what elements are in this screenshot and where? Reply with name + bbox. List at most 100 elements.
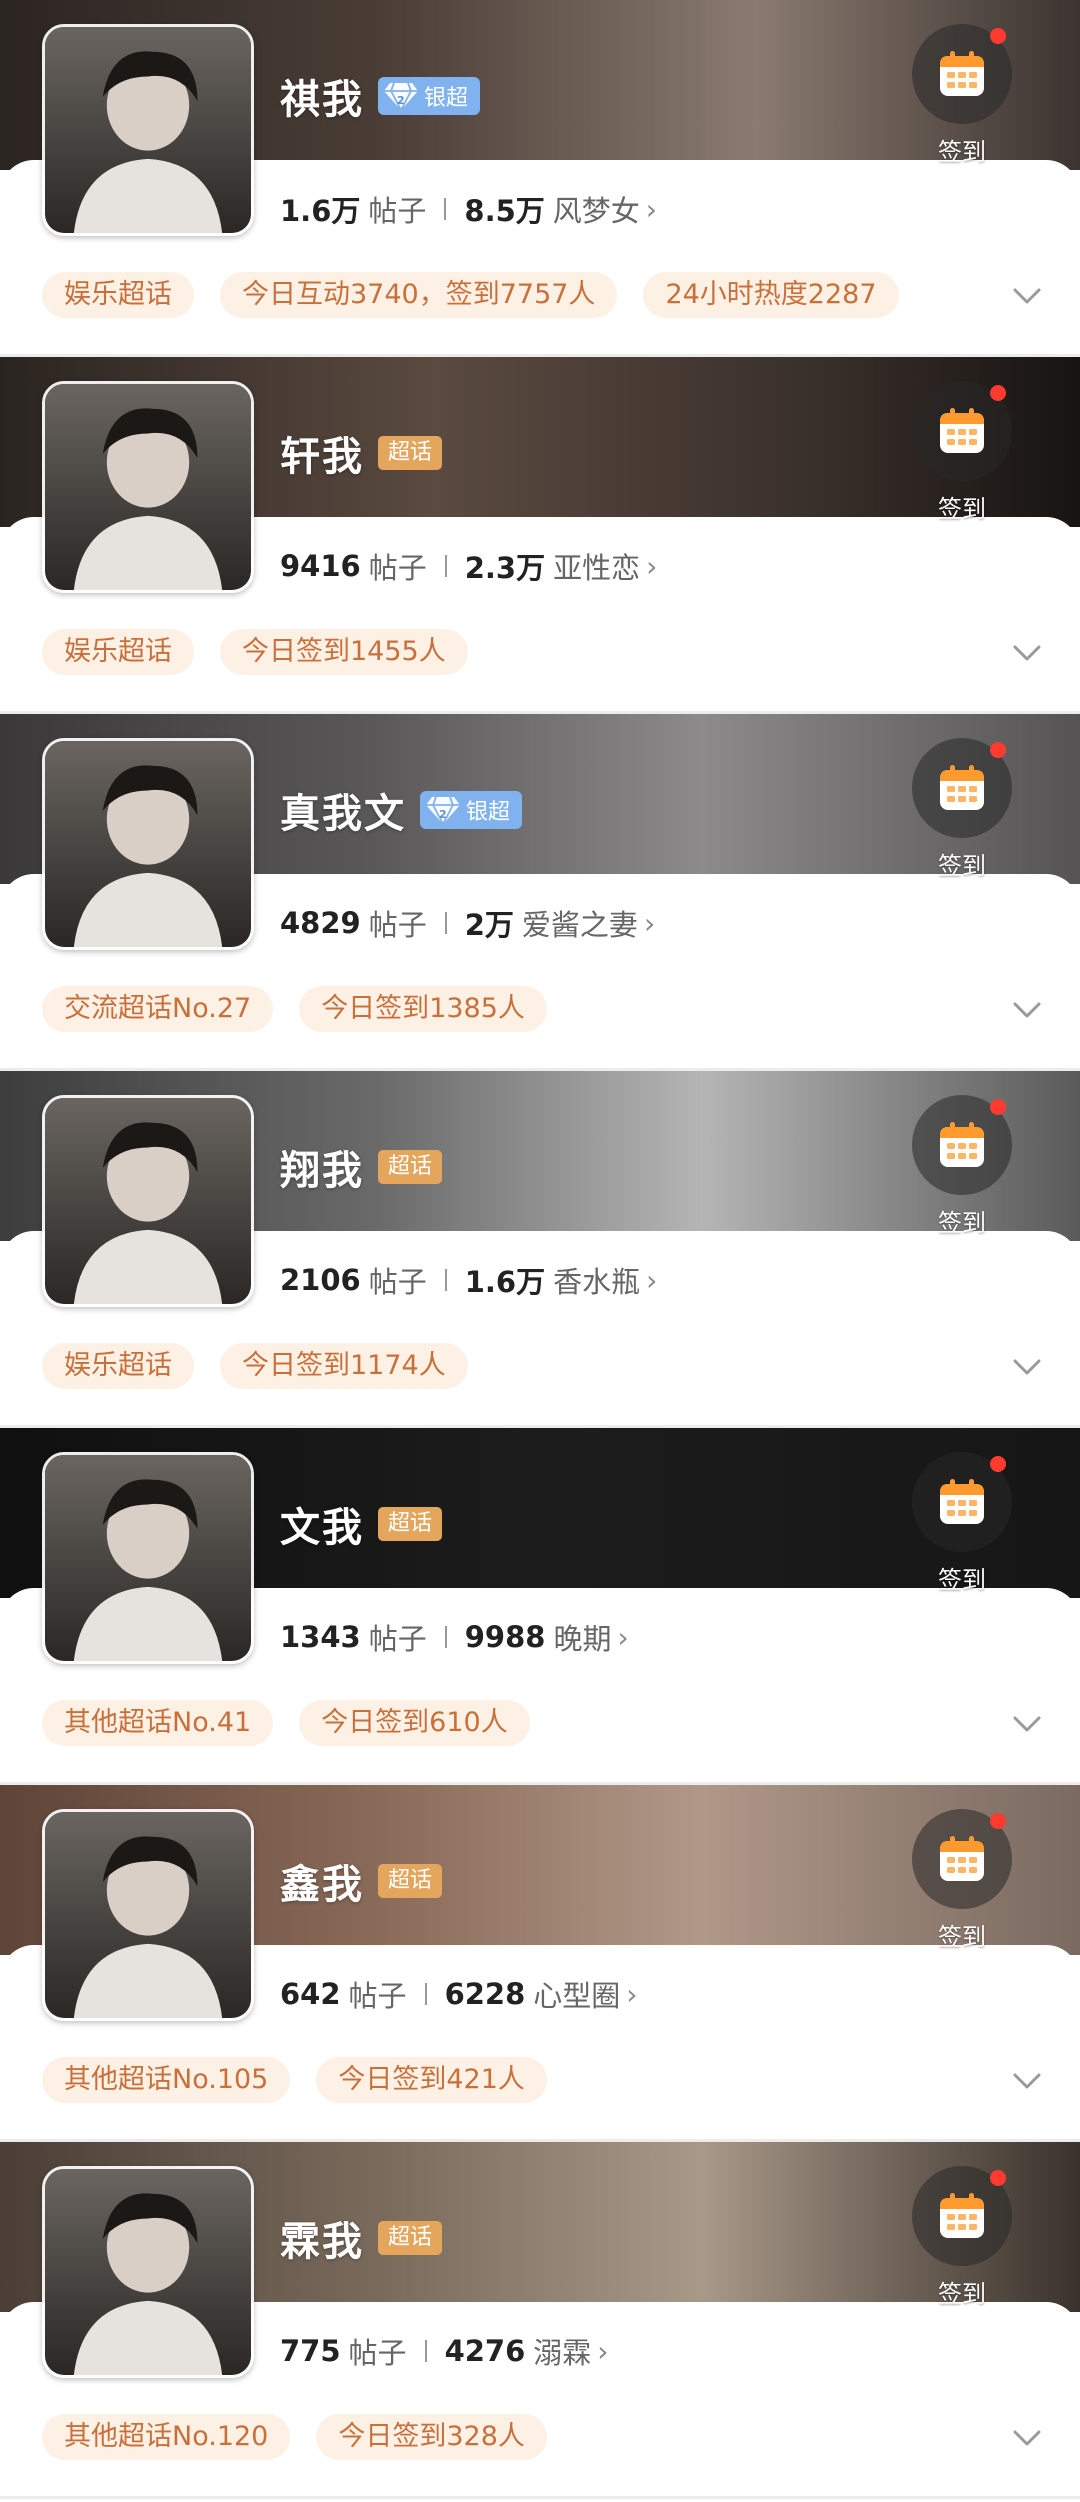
tag-row: 娱乐超话 今日互动3740，签到7757人 24小时热度2287 bbox=[42, 272, 899, 318]
expand-button[interactable] bbox=[1010, 992, 1044, 1026]
supertopic-name[interactable]: 真我文 bbox=[280, 781, 406, 839]
posts-count: 642 bbox=[280, 1977, 341, 2011]
notification-dot bbox=[990, 742, 1006, 758]
supertopic-name[interactable]: 翔我 bbox=[280, 1138, 364, 1196]
checkin-button[interactable]: 签到 bbox=[912, 738, 1012, 881]
posts-count: 9416 bbox=[280, 549, 361, 583]
checkin-label: 签到 bbox=[938, 1923, 986, 1951]
expand-button[interactable] bbox=[1010, 635, 1044, 669]
posts-count: 775 bbox=[280, 2334, 341, 2368]
supertopic-card[interactable]: 祺我 2 银超 签到 1.6万 帖子 8.5万 风梦女 › 娱乐超话 今日互动3… bbox=[0, 0, 1080, 357]
title-row: 霖我 超话 bbox=[280, 2208, 443, 2268]
avatar[interactable] bbox=[42, 2166, 254, 2378]
avatar-photo bbox=[45, 1098, 251, 1304]
stats-row[interactable]: 642 帖子 6228 心型圈 › bbox=[280, 1971, 638, 2017]
stats-row[interactable]: 1343 帖子 9988 晚期 › bbox=[280, 1614, 629, 1660]
activity-tag[interactable]: 今日签到1455人 bbox=[220, 629, 468, 675]
stats-row[interactable]: 1.6万 帖子 8.5万 风梦女 › bbox=[280, 186, 657, 232]
expand-button[interactable] bbox=[1010, 1349, 1044, 1383]
diamond-icon: 2 bbox=[426, 796, 460, 825]
checkin-label: 签到 bbox=[938, 852, 986, 880]
notification-dot bbox=[990, 385, 1006, 401]
checkin-button[interactable]: 签到 bbox=[912, 1809, 1012, 1952]
checkin-button[interactable]: 签到 bbox=[912, 2166, 1012, 2309]
posts-count: 2106 bbox=[280, 1263, 361, 1297]
stats-row[interactable]: 4829 帖子 2万 爱酱之妻 › bbox=[280, 900, 655, 946]
stats-row[interactable]: 775 帖子 4276 溺霖 › bbox=[280, 2328, 609, 2374]
activity-tag[interactable]: 24小时热度2287 bbox=[643, 272, 899, 318]
supertopic-name[interactable]: 霖我 bbox=[280, 2209, 364, 2267]
category-tag[interactable]: 娱乐超话 bbox=[42, 1343, 194, 1389]
activity-tag[interactable]: 今日签到328人 bbox=[316, 2414, 547, 2460]
checkin-circle bbox=[912, 1095, 1012, 1195]
category-tag[interactable]: 娱乐超话 bbox=[42, 272, 194, 318]
stats-divider bbox=[444, 198, 447, 220]
expand-button[interactable] bbox=[1010, 1706, 1044, 1740]
chevron-down-icon bbox=[1013, 2430, 1041, 2446]
supertopic-badge: 超话 bbox=[378, 1150, 443, 1184]
activity-tag[interactable]: 今日签到610人 bbox=[299, 1700, 530, 1746]
fans-name: 晚期 bbox=[553, 1622, 612, 1656]
avatar[interactable] bbox=[42, 1095, 254, 1307]
category-tag[interactable]: 其他超话No.41 bbox=[42, 1700, 274, 1746]
supertopic-card[interactable]: 轩我 超话 签到 9416 帖子 2.3万 亚性恋 › 娱乐超话 今日签到145… bbox=[0, 357, 1080, 714]
checkin-button[interactable]: 签到 bbox=[912, 24, 1012, 167]
supertopic-card[interactable]: 鑫我 超话 签到 642 帖子 6228 心型圈 › 其他超话No.105 今日… bbox=[0, 1785, 1080, 2142]
fans-name: 心型圈 bbox=[533, 1979, 621, 2013]
supertopic-card[interactable]: 文我 超话 签到 1343 帖子 9988 晚期 › 其他超话No.41 今日签… bbox=[0, 1428, 1080, 1785]
avatar-photo bbox=[45, 384, 251, 590]
checkin-button[interactable]: 签到 bbox=[912, 1095, 1012, 1238]
activity-tag[interactable]: 今日签到1385人 bbox=[299, 986, 547, 1032]
activity-tag[interactable]: 今日互动3740，签到7757人 bbox=[220, 272, 618, 318]
tag-row: 其他超话No.120 今日签到328人 bbox=[42, 2414, 547, 2460]
posts-label: 帖子 bbox=[368, 194, 427, 228]
stats-divider bbox=[424, 2340, 427, 2362]
supertopic-name[interactable]: 鑫我 bbox=[280, 1852, 364, 1910]
posts-count: 4829 bbox=[280, 906, 361, 940]
checkin-button[interactable]: 签到 bbox=[912, 1452, 1012, 1595]
category-tag[interactable]: 其他超话No.105 bbox=[42, 2057, 291, 2103]
avatar[interactable] bbox=[42, 1809, 254, 2021]
tag-row: 交流超话No.27 今日签到1385人 bbox=[42, 986, 547, 1032]
chevron-down-icon bbox=[1013, 1359, 1041, 1375]
activity-tag[interactable]: 今日签到421人 bbox=[316, 2057, 547, 2103]
silver-supertopic-badge: 2 银超 bbox=[420, 791, 523, 829]
fans-name: 亚性恋 bbox=[553, 551, 641, 585]
badge-label: 银超 bbox=[466, 800, 511, 825]
supertopic-card[interactable]: 霖我 超话 签到 775 帖子 4276 溺霖 › 其他超话No.120 今日签… bbox=[0, 2142, 1080, 2499]
supertopic-list: 祺我 2 银超 签到 1.6万 帖子 8.5万 风梦女 › 娱乐超话 今日互动3… bbox=[0, 0, 1080, 2499]
notification-dot bbox=[990, 1813, 1006, 1829]
expand-button[interactable] bbox=[1010, 2420, 1044, 2454]
activity-tag[interactable]: 今日签到1174人 bbox=[220, 1343, 468, 1389]
posts-label: 帖子 bbox=[348, 2336, 407, 2370]
expand-button[interactable] bbox=[1010, 278, 1044, 312]
fans-count: 8.5万 bbox=[464, 194, 545, 228]
stats-row[interactable]: 2106 帖子 1.6万 香水瓶 › bbox=[280, 1257, 657, 1303]
supertopic-name[interactable]: 轩我 bbox=[280, 424, 364, 482]
tag-row: 其他超话No.41 今日签到610人 bbox=[42, 1700, 530, 1746]
avatar[interactable] bbox=[42, 1452, 254, 1664]
category-tag[interactable]: 娱乐超话 bbox=[42, 629, 194, 675]
stats-divider bbox=[424, 1983, 427, 2005]
avatar[interactable] bbox=[42, 738, 254, 950]
chevron-right-icon: › bbox=[626, 1977, 638, 2011]
supertopic-name[interactable]: 文我 bbox=[280, 1495, 364, 1553]
diamond-icon: 2 bbox=[384, 82, 418, 111]
fans-count: 6228 bbox=[444, 1977, 526, 2011]
avatar-photo bbox=[45, 27, 251, 233]
badge-label: 银超 bbox=[424, 86, 469, 111]
stats-row[interactable]: 9416 帖子 2.3万 亚性恋 › bbox=[280, 543, 657, 589]
category-tag[interactable]: 其他超话No.120 bbox=[42, 2414, 291, 2460]
supertopic-card[interactable]: 翔我 超话 签到 2106 帖子 1.6万 香水瓶 › 娱乐超话 今日签到117… bbox=[0, 1071, 1080, 1428]
checkin-button[interactable]: 签到 bbox=[912, 381, 1012, 524]
svg-text:2: 2 bbox=[439, 808, 447, 821]
calendar-icon bbox=[940, 1479, 984, 1524]
avatar[interactable] bbox=[42, 381, 254, 593]
notification-dot bbox=[990, 28, 1006, 44]
avatar[interactable] bbox=[42, 24, 254, 236]
category-tag[interactable]: 交流超话No.27 bbox=[42, 986, 274, 1032]
supertopic-card[interactable]: 真我文 2 银超 签到 4829 帖子 2万 爱酱之妻 › 交流超话No.27 … bbox=[0, 714, 1080, 1071]
supertopic-name[interactable]: 祺我 bbox=[280, 67, 364, 125]
avatar-photo bbox=[45, 2169, 251, 2375]
expand-button[interactable] bbox=[1010, 2063, 1044, 2097]
